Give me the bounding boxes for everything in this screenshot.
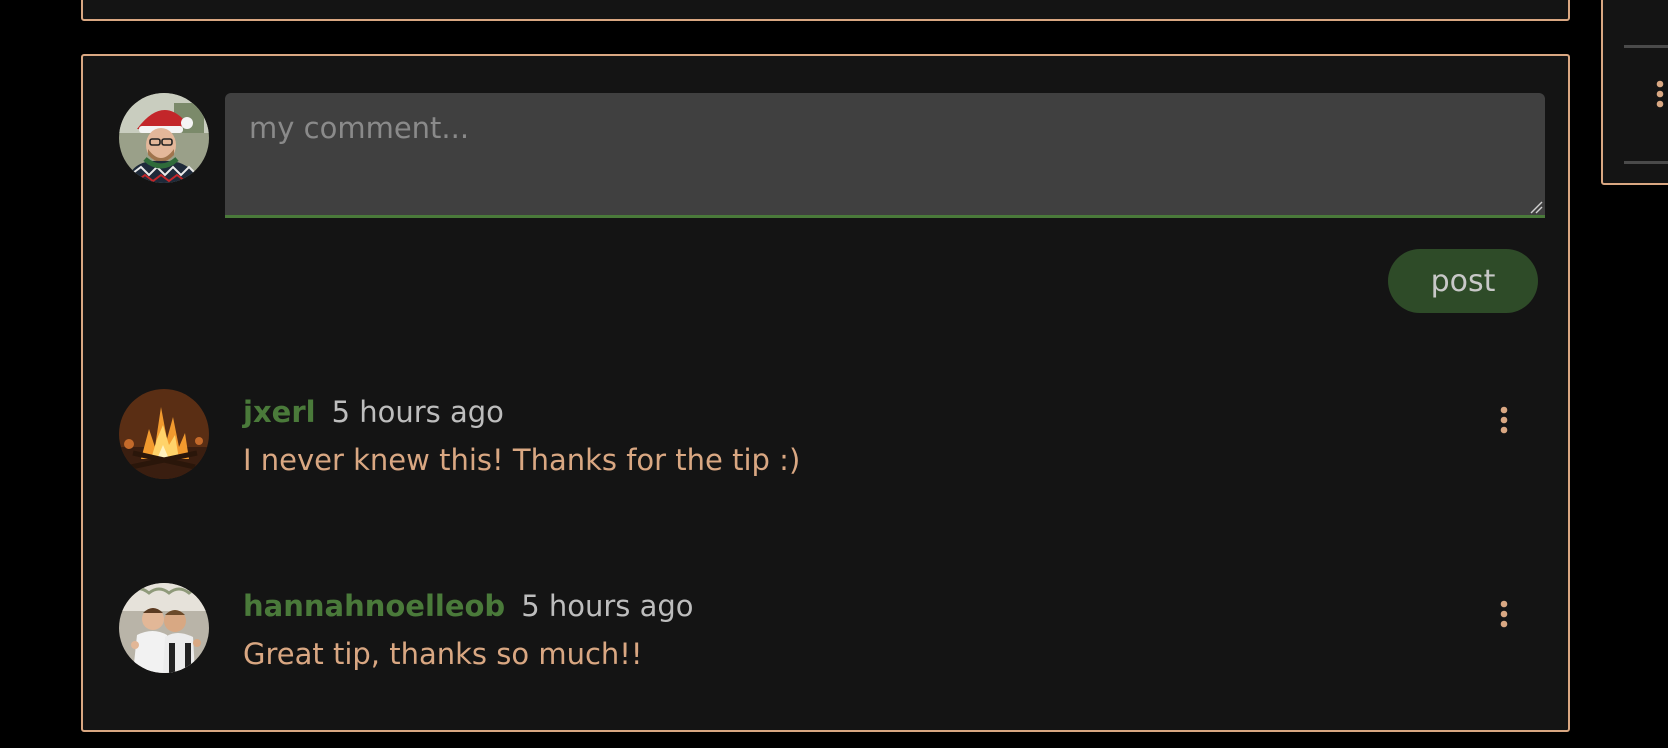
- comment-username[interactable]: jxerl: [243, 395, 316, 429]
- side-divider: [1624, 161, 1668, 164]
- comment-header: jxerl 5 hours ago: [243, 395, 504, 429]
- comment-header: hannahnoelleob 5 hours ago: [243, 589, 694, 623]
- side-card: [1601, 0, 1668, 185]
- current-user-avatar: [119, 93, 209, 183]
- comment-text: I never knew this! Thanks for the tip :): [243, 443, 801, 477]
- vertical-ellipsis-icon[interactable]: [1489, 595, 1519, 635]
- user-avatar[interactable]: [119, 583, 209, 673]
- comment-input-box: [225, 93, 1545, 218]
- comment-username[interactable]: hannahnoelleob: [243, 589, 505, 623]
- more-options-icon[interactable]: [1653, 80, 1667, 110]
- comment-input[interactable]: [225, 93, 1545, 215]
- user-avatar[interactable]: [119, 389, 209, 479]
- comment-item: hannahnoelleob 5 hours ago Great tip, th…: [119, 583, 1539, 683]
- vertical-ellipsis-icon[interactable]: [1489, 401, 1519, 441]
- side-divider: [1624, 45, 1668, 48]
- comment-item: jxerl 5 hours ago I never knew this! Tha…: [119, 389, 1539, 489]
- post-button[interactable]: post: [1388, 249, 1538, 313]
- comments-section: post jxerl 5 hours ago I never knew this…: [81, 54, 1570, 732]
- comment-timestamp: 5 hours ago: [331, 395, 504, 429]
- previous-card: [81, 0, 1570, 21]
- resize-handle-icon[interactable]: [1529, 199, 1543, 214]
- comment-timestamp: 5 hours ago: [521, 589, 694, 623]
- comment-text: Great tip, thanks so much!!: [243, 637, 643, 671]
